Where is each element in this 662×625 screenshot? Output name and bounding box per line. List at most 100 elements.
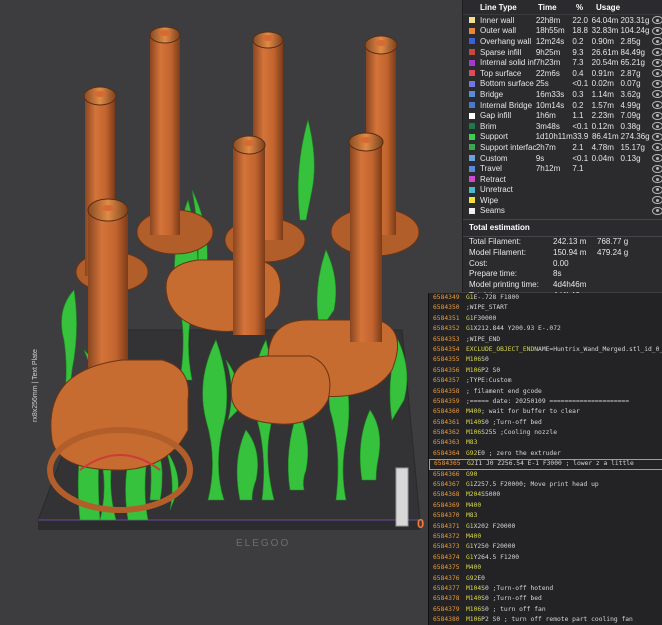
legend-row[interactable]: Retract — [463, 174, 662, 185]
visibility-eye-icon[interactable] — [652, 154, 662, 163]
visibility-eye-icon[interactable] — [652, 206, 662, 215]
line-type-percent: 0.2 — [572, 36, 584, 46]
gcode-line[interactable]: 6584374 G1 Y264.5 F1200 — [429, 553, 662, 563]
line-type-label: Travel — [480, 164, 502, 174]
line-type-weight: 84.49g — [620, 47, 645, 57]
gcode-line-number: 6584361 — [433, 418, 460, 426]
line-type-percent: <0.1 — [572, 121, 589, 131]
legend-row[interactable]: Inner wall 22h8m 22.0 64.04m 203.31g — [463, 15, 662, 26]
gcode-line[interactable]: 6584362 M106 S255 ;Cooling nozzle — [429, 428, 662, 438]
gcode-line[interactable]: 6584364 G92 E0 ; zero the extruder — [429, 449, 662, 459]
gcode-line[interactable]: 6584379 M106 S0 ; turn off fan — [429, 605, 662, 615]
gcode-line[interactable]: 6584357 ;TYPE:Custom — [429, 376, 662, 386]
gcode-command: M104 — [466, 584, 482, 592]
gcode-line[interactable]: 6584363 M83 — [429, 438, 662, 448]
layer-slider-value[interactable]: 0 — [417, 516, 424, 531]
visibility-eye-icon[interactable] — [652, 90, 662, 99]
line-type-color-swatch — [469, 123, 475, 130]
gcode-line[interactable]: 6584356 M106 P2 S0 — [429, 366, 662, 376]
visibility-eye-icon[interactable] — [652, 175, 662, 184]
gcode-line[interactable]: 6584367 G1 Z257.5 F20000; Move print head… — [429, 480, 662, 490]
line-type-weight: 2.87g — [620, 68, 641, 78]
gcode-line[interactable]: 6584354 EXCLUDE_OBJECT_END NAME=Huntrix_W… — [429, 345, 662, 355]
visibility-eye-icon[interactable] — [652, 69, 662, 78]
legend-row[interactable]: Unretract — [463, 185, 662, 196]
visibility-eye-icon[interactable] — [652, 58, 662, 67]
visibility-eye-icon[interactable] — [652, 143, 662, 152]
gcode-line[interactable]: 6584370 M83 — [429, 511, 662, 521]
gcode-line[interactable]: 6584352 G1 X212.844 Y200.93 E-.072 — [429, 324, 662, 334]
gcode-line[interactable]: 6584375 M400 — [429, 563, 662, 573]
legend-row[interactable]: Top surface 22m6s 0.4 0.91m 2.87g — [463, 68, 662, 79]
gcode-line[interactable]: 6584349 G1 E-.728 F1800 — [429, 293, 662, 303]
gcode-line[interactable]: 6584355 M106 S0 — [429, 355, 662, 365]
visibility-eye-icon[interactable] — [652, 111, 662, 120]
legend-row[interactable]: Support 1d10h11m 33.9 86.41m 274.36g — [463, 132, 662, 143]
line-type-percent: 9.3 — [572, 47, 584, 57]
visibility-eye-icon[interactable] — [652, 101, 662, 110]
gcode-line[interactable]: 6584361 M140 S0 ;Turn-off bed — [429, 418, 662, 428]
line-type-length: 0.90m — [591, 36, 614, 46]
visibility-eye-icon[interactable] — [652, 122, 662, 131]
gcode-line[interactable]: 6584350 ;WIPE_START — [429, 303, 662, 313]
line-type-label: Internal Bridge — [480, 100, 533, 110]
gcode-line[interactable]: 6584373 G1 Y250 F20000 — [429, 542, 662, 552]
gcode-line[interactable]: 6584372 M400 — [429, 532, 662, 542]
legend-row[interactable]: Bridge 16m33s 0.3 1.14m 3.62g — [463, 89, 662, 100]
gcode-line[interactable]: 6584368 M204 S5000 — [429, 490, 662, 500]
gcode-command: M400 — [466, 532, 482, 540]
gcode-arguments: S5000 — [481, 491, 501, 499]
visibility-eye-icon[interactable] — [652, 37, 662, 46]
legend-row[interactable]: Seams — [463, 206, 662, 217]
gcode-line[interactable]: 6584380 M106 P2 S0 ; turn off remote part… — [429, 615, 662, 625]
visibility-eye-icon[interactable] — [652, 26, 662, 35]
gcode-line[interactable]: 6584360 M400 ; wait for buffer to clear — [429, 407, 662, 417]
gcode-viewer[interactable]: 6584349 G1 E-.728 F1800 6584350 ;WIPE_START… — [428, 293, 662, 625]
gcode-command: G1 — [466, 543, 474, 551]
line-type-percent: 7.3 — [572, 58, 584, 68]
gcode-line[interactable]: 6584377 M104 S0 ;Turn-off hotend — [429, 584, 662, 594]
legend-row[interactable]: Support interface 2h7m 2.1 4.78m 15.17g — [463, 142, 662, 153]
gcode-line[interactable]: 6584369 M400 — [429, 501, 662, 511]
gcode-line[interactable]: 6584351 G1 F30000 — [429, 314, 662, 324]
gcode-line-number: 6584363 — [433, 439, 460, 447]
gcode-line[interactable]: 6584371 G1 X202 F20000 — [429, 522, 662, 532]
visibility-eye-icon[interactable] — [652, 196, 662, 205]
line-type-label: Overhang wall — [480, 36, 532, 46]
legend-row[interactable]: Travel 7h12m 7.1 — [463, 163, 662, 174]
legend-row[interactable]: Internal Bridge 10m14s 0.2 1.57m 4.99g — [463, 100, 662, 111]
visibility-eye-icon[interactable] — [652, 185, 662, 194]
visibility-eye-icon[interactable] — [652, 48, 662, 57]
legend-row[interactable]: Gap infill 1h6m 1.1 2.23m 7.09g — [463, 110, 662, 121]
line-type-color-swatch — [469, 91, 475, 98]
line-type-color-swatch — [469, 133, 475, 140]
gcode-arguments: S255 ;Cooling nozzle — [481, 429, 557, 437]
estimation-value-secondary: 768.77 g — [597, 237, 629, 247]
gcode-line-selected[interactable]: 6584365 G2 I1 J0 Z256.54 E-1 F3000 ; lowe… — [429, 459, 662, 470]
gcode-line[interactable]: 6584359 ;===== date: 20250109 ===========… — [429, 397, 662, 407]
gcode-line-number: 6584378 — [433, 595, 460, 603]
legend-row[interactable]: Overhang wall 12m24s 0.2 0.90m 2.85g — [463, 36, 662, 47]
legend-row[interactable]: Sparse infill 9h25m 9.3 26.61m 84.49g — [463, 47, 662, 58]
gcode-line[interactable]: 6584366 G90 — [429, 470, 662, 480]
legend-row[interactable]: Bottom surface 25s <0.1 0.02m 0.07g — [463, 79, 662, 90]
header-line-type: Line Type — [480, 2, 517, 12]
gcode-line[interactable]: 6584378 M140 S0 ;Turn-off bed — [429, 594, 662, 604]
visibility-eye-icon[interactable] — [652, 132, 662, 141]
visibility-eye-icon[interactable] — [652, 164, 662, 173]
visibility-eye-icon[interactable] — [652, 79, 662, 88]
gcode-line[interactable]: 6584376 G92 E0 — [429, 574, 662, 584]
visibility-eye-icon[interactable] — [652, 16, 662, 25]
header-time: Time — [538, 2, 557, 12]
legend-row[interactable]: Brim 3m48s <0.1 0.12m 0.38g — [463, 121, 662, 132]
gcode-line[interactable]: 6584358 ; filament end gcode — [429, 387, 662, 397]
gcode-line-number: 6584376 — [433, 574, 460, 582]
gcode-line[interactable]: 6584353 ;WIPE_END — [429, 335, 662, 345]
legend-row[interactable]: Internal solid infill 7h23m 7.3 20.54m 65.21… — [463, 57, 662, 68]
legend-row[interactable]: Wipe — [463, 195, 662, 206]
line-type-label: Seams — [480, 206, 505, 216]
legend-row[interactable]: Outer wall 18h55m 18.8 32.83m 104.24g — [463, 26, 662, 37]
line-type-percent: 0.3 — [572, 89, 584, 99]
legend-row[interactable]: Custom 9s <0.1 0.04m 0.13g — [463, 153, 662, 164]
gcode-arguments: P2 S0 ; turn off remote part cooling fan — [481, 616, 633, 624]
